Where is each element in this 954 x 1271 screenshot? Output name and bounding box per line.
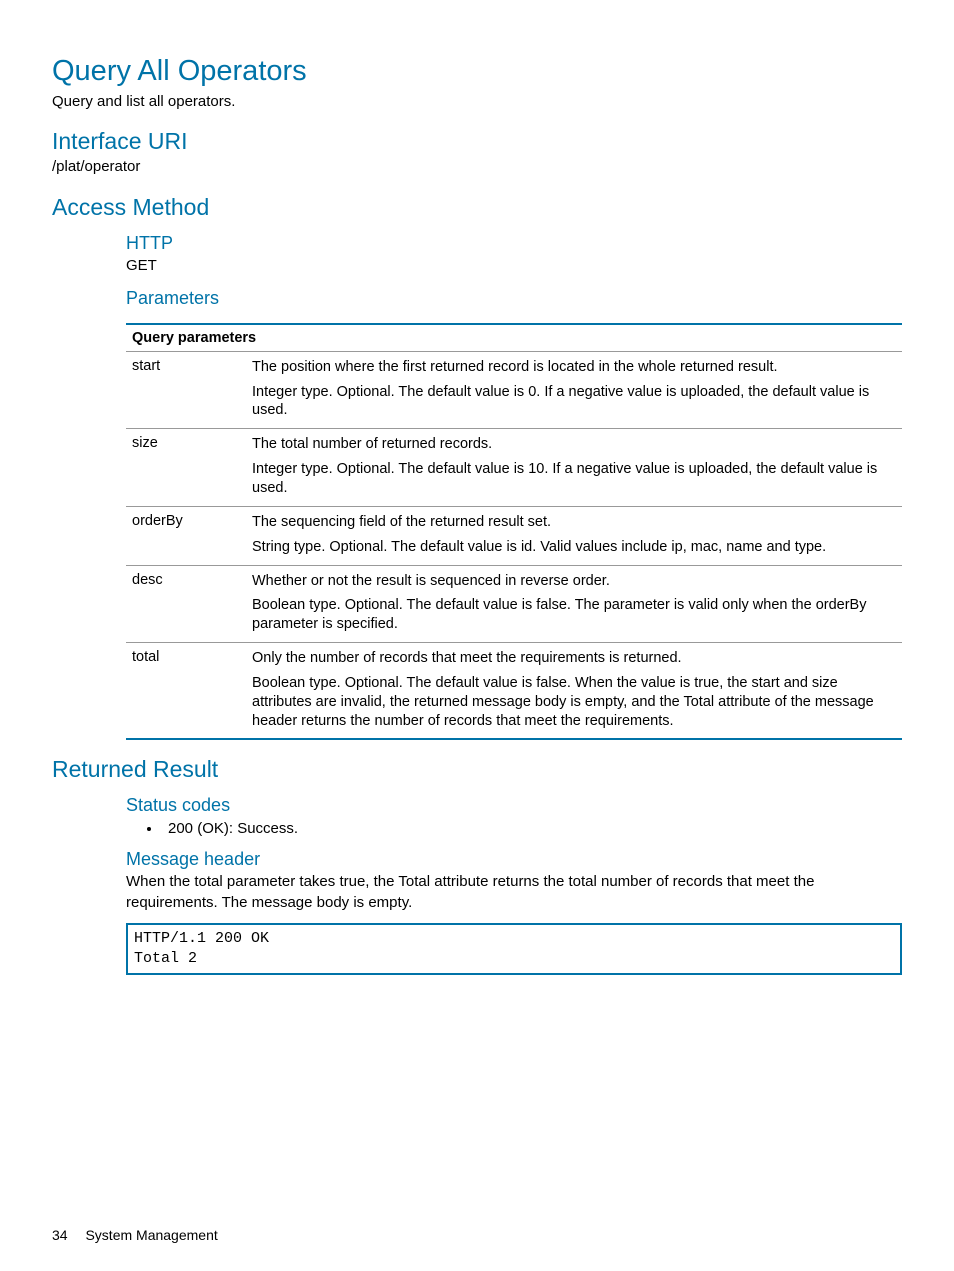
table-row: desc Whether or not the result is sequen… — [126, 565, 902, 643]
http-heading: HTTP — [126, 233, 902, 254]
page-number: 34 — [52, 1227, 68, 1243]
param-name: total — [126, 643, 246, 740]
intro-text: Query and list all operators. — [52, 92, 902, 112]
param-desc: The total number of returned records. In… — [246, 429, 902, 507]
param-desc: The position where the first returned re… — [246, 351, 902, 429]
returned-result-heading: Returned Result — [52, 756, 902, 783]
parameters-heading: Parameters — [126, 288, 902, 309]
table-row: orderBy The sequencing field of the retu… — [126, 506, 902, 565]
param-name: desc — [126, 565, 246, 643]
code-block: HTTP/1.1 200 OK Total 2 — [126, 923, 902, 976]
param-desc: Only the number of records that meet the… — [246, 643, 902, 740]
interface-uri-heading: Interface URI — [52, 128, 902, 155]
page-title: Query All Operators — [52, 55, 902, 88]
param-name: orderBy — [126, 506, 246, 565]
table-row: size The total number of returned record… — [126, 429, 902, 507]
page-footer: 34 System Management — [52, 1227, 218, 1243]
table-row: start The position where the first retur… — [126, 351, 902, 429]
interface-uri-value: /plat/operator — [52, 157, 902, 177]
table-row: total Only the number of records that me… — [126, 643, 902, 740]
table-header: Query parameters — [126, 324, 902, 352]
param-desc: The sequencing field of the returned res… — [246, 506, 902, 565]
status-codes-list: 200 (OK): Success. — [126, 820, 902, 837]
param-name: size — [126, 429, 246, 507]
status-code-item: 200 (OK): Success. — [162, 820, 902, 837]
http-method: GET — [126, 256, 902, 276]
param-desc: Whether or not the result is sequenced i… — [246, 565, 902, 643]
message-header-heading: Message header — [126, 849, 902, 870]
access-method-heading: Access Method — [52, 194, 902, 221]
message-header-text: When the total parameter takes true, the… — [126, 872, 902, 913]
param-name: start — [126, 351, 246, 429]
parameters-table: Query parameters start The position wher… — [126, 323, 902, 741]
status-codes-heading: Status codes — [126, 795, 902, 816]
footer-section: System Management — [85, 1227, 217, 1243]
